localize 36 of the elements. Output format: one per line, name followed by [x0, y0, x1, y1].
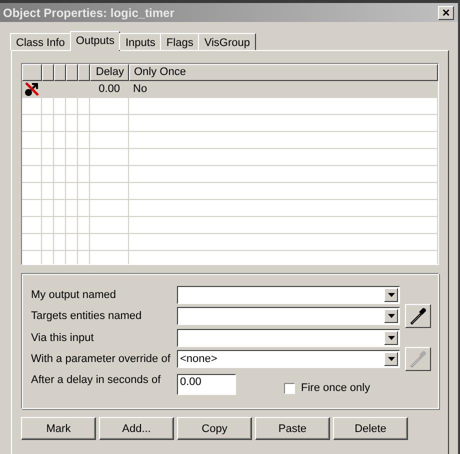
tab[interactable]: VisGroup	[198, 33, 256, 50]
field-label: With a parameter override of	[31, 353, 172, 366]
column-header[interactable]	[78, 64, 90, 81]
combo-box[interactable]	[177, 328, 400, 347]
table-cell: No	[133, 83, 148, 95]
column-header[interactable]: Only Once	[129, 64, 438, 81]
close-button[interactable]: ×	[438, 6, 454, 20]
eyedropper-button[interactable]	[405, 304, 431, 328]
tab[interactable]: Inputs	[119, 33, 162, 50]
action-button[interactable]: Paste	[255, 417, 330, 440]
field-label: Targets entities named	[31, 310, 143, 322]
field-label: Via this input	[31, 332, 95, 344]
combo-box[interactable]	[177, 307, 400, 326]
field-label: My output named	[31, 288, 117, 301]
field-label: After a delay in seconds of	[31, 374, 162, 386]
checkbox[interactable]	[284, 382, 295, 394]
list-row[interactable]: 0.00 No	[22, 81, 438, 98]
combo-box[interactable]: <none>	[177, 350, 400, 368]
column-header[interactable]: Delay	[90, 64, 129, 81]
window-title: Object Properties: logic_timer	[3, 6, 174, 20]
column-header[interactable]	[22, 64, 42, 81]
output-icon	[24, 81, 40, 97]
column-header[interactable]	[66, 64, 78, 81]
table-cell: 0.00	[98, 83, 120, 95]
tab[interactable]: Class Info	[10, 33, 71, 50]
action-button[interactable]: Add...	[99, 417, 174, 440]
action-button[interactable]: Copy	[177, 417, 252, 440]
tab[interactable]: Outputs	[70, 31, 120, 51]
combo-box[interactable]	[177, 286, 400, 304]
action-button[interactable]: Delete	[333, 417, 408, 440]
delay-input[interactable]: 0.00	[177, 374, 236, 395]
action-button[interactable]: Mark	[21, 417, 96, 440]
checkbox-label: Fire once only	[301, 382, 370, 394]
column-header[interactable]	[54, 64, 66, 81]
column-header[interactable]	[42, 64, 54, 81]
tab[interactable]: Flags	[160, 33, 200, 50]
